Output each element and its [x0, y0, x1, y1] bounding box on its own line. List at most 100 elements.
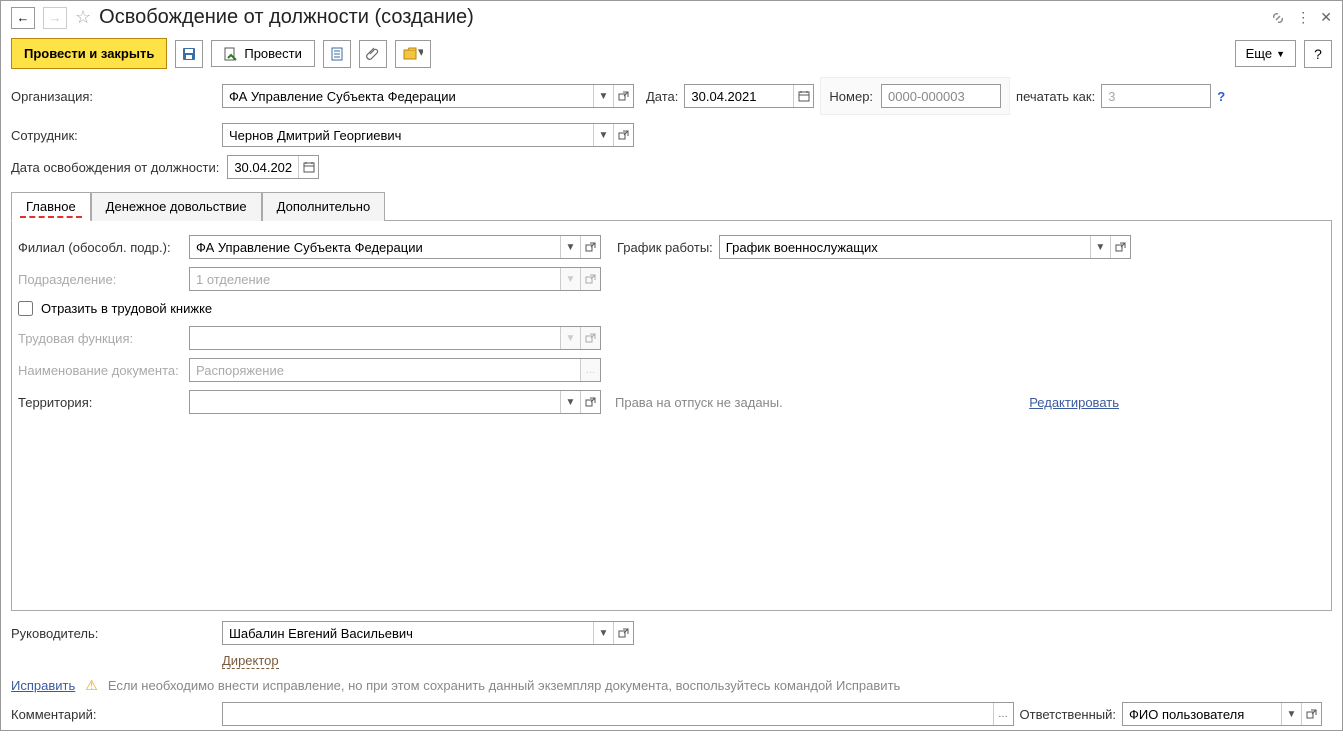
employee-label: Сотрудник: [11, 128, 216, 143]
warning-icon: ⚠ [85, 677, 98, 694]
schedule-dropdown[interactable]: ▼ [1090, 236, 1110, 258]
close-icon[interactable]: ✕ [1320, 9, 1332, 26]
open-icon [1115, 242, 1126, 253]
open-icon [618, 628, 629, 639]
tab-main[interactable]: Главное [11, 192, 91, 221]
more-button[interactable]: Еще ▼ [1235, 40, 1296, 67]
func-open[interactable] [580, 327, 600, 349]
date-input-group [684, 84, 814, 108]
manager-label: Руководитель: [11, 626, 216, 641]
responsible-open[interactable] [1301, 703, 1321, 725]
post-and-close-button[interactable]: Провести и закрыть [11, 38, 167, 69]
docname-select: … [580, 359, 600, 381]
branch-dropdown[interactable]: ▼ [560, 236, 580, 258]
docname-label: Наименование документа: [18, 363, 183, 378]
org-label: Организация: [11, 89, 216, 104]
territory-open[interactable] [580, 391, 600, 413]
fix-hint: Если необходимо внести исправление, но п… [108, 678, 900, 693]
post-icon [224, 47, 238, 61]
func-dropdown: ▼ [560, 327, 580, 349]
open-icon [585, 274, 596, 285]
comment-input[interactable] [223, 703, 993, 725]
open-icon [618, 130, 629, 141]
folder-create-icon: ▾ [403, 46, 423, 62]
comment-label: Комментарий: [11, 707, 216, 722]
print-input [1102, 85, 1210, 107]
manager-input[interactable] [223, 622, 593, 644]
employee-input[interactable] [223, 124, 593, 146]
manager-dropdown[interactable]: ▼ [593, 622, 613, 644]
responsible-input[interactable] [1123, 703, 1281, 725]
dept-input [190, 268, 560, 290]
calendar-icon [798, 90, 810, 102]
responsible-label: Ответственный: [1020, 707, 1116, 722]
func-label: Трудовая функция: [18, 331, 183, 346]
release-date-picker[interactable] [298, 156, 318, 178]
attach-button[interactable] [359, 40, 387, 68]
vacation-hint: Права на отпуск не заданы. [607, 395, 783, 410]
calendar-icon [303, 161, 315, 173]
page-title: Освобождение от должности (создание) [99, 6, 1262, 29]
open-icon [1306, 709, 1317, 720]
open-icon [618, 91, 629, 102]
save-button[interactable] [175, 40, 203, 68]
number-input [882, 85, 1000, 107]
date-input[interactable] [685, 85, 793, 107]
number-label: Номер: [829, 89, 873, 104]
save-icon [181, 46, 197, 62]
number-box: Номер: [820, 77, 1010, 115]
territory-dropdown[interactable]: ▼ [560, 391, 580, 413]
print-help-icon[interactable]: ? [1217, 89, 1225, 104]
territory-input[interactable] [190, 391, 560, 413]
branch-input[interactable] [190, 236, 560, 258]
employee-open[interactable] [613, 124, 633, 146]
manager-open[interactable] [613, 622, 633, 644]
func-input [190, 327, 560, 349]
branch-label: Филиал (обособл. подр.): [18, 240, 183, 255]
create-based-button[interactable]: ▾ [395, 40, 431, 68]
tab-additional[interactable]: Дополнительно [262, 192, 386, 221]
open-icon [585, 242, 596, 253]
report-button[interactable] [323, 40, 351, 68]
help-button[interactable]: ? [1304, 40, 1332, 68]
territory-label: Территория: [18, 395, 183, 410]
back-button[interactable]: ← [11, 7, 35, 29]
open-icon [585, 333, 596, 344]
release-date-input[interactable] [228, 156, 298, 178]
org-input-group: ▼ [222, 84, 634, 108]
comment-select[interactable]: … [993, 703, 1013, 725]
schedule-label: График работы: [617, 240, 713, 255]
schedule-open[interactable] [1110, 236, 1130, 258]
favorite-star-icon[interactable]: ☆ [75, 7, 91, 28]
manager-position-link[interactable]: Директор [222, 653, 279, 669]
link-icon[interactable] [1270, 10, 1286, 26]
edit-link[interactable]: Редактировать [1029, 395, 1119, 410]
dept-dropdown: ▼ [560, 268, 580, 290]
branch-open[interactable] [580, 236, 600, 258]
date-label: Дата: [646, 89, 678, 104]
org-input[interactable] [223, 85, 593, 107]
responsible-dropdown[interactable]: ▼ [1281, 703, 1301, 725]
docname-input [190, 359, 580, 381]
tab-allowance[interactable]: Денежное довольствие [91, 192, 262, 221]
forward-button[interactable]: → [43, 7, 67, 29]
open-icon [585, 397, 596, 408]
document-icon [329, 46, 345, 62]
svg-text:▾: ▾ [418, 46, 423, 59]
arrow-left-icon: ← [17, 10, 30, 25]
arrow-right-icon: → [49, 10, 62, 25]
employee-dropdown[interactable]: ▼ [593, 124, 613, 146]
fix-link[interactable]: Исправить [11, 678, 75, 693]
org-dropdown[interactable]: ▼ [593, 85, 613, 107]
kebab-menu-icon[interactable]: ⋮ [1296, 9, 1310, 26]
dept-open[interactable] [580, 268, 600, 290]
workbook-checkbox[interactable] [18, 301, 33, 316]
post-button[interactable]: Провести [211, 40, 315, 67]
workbook-label: Отразить в трудовой книжке [41, 301, 212, 316]
org-open[interactable] [613, 85, 633, 107]
schedule-input[interactable] [720, 236, 1090, 258]
date-picker[interactable] [793, 85, 813, 107]
dept-label: Подразделение: [18, 272, 183, 287]
chevron-down-icon: ▼ [1276, 49, 1285, 59]
paperclip-icon [365, 46, 381, 62]
